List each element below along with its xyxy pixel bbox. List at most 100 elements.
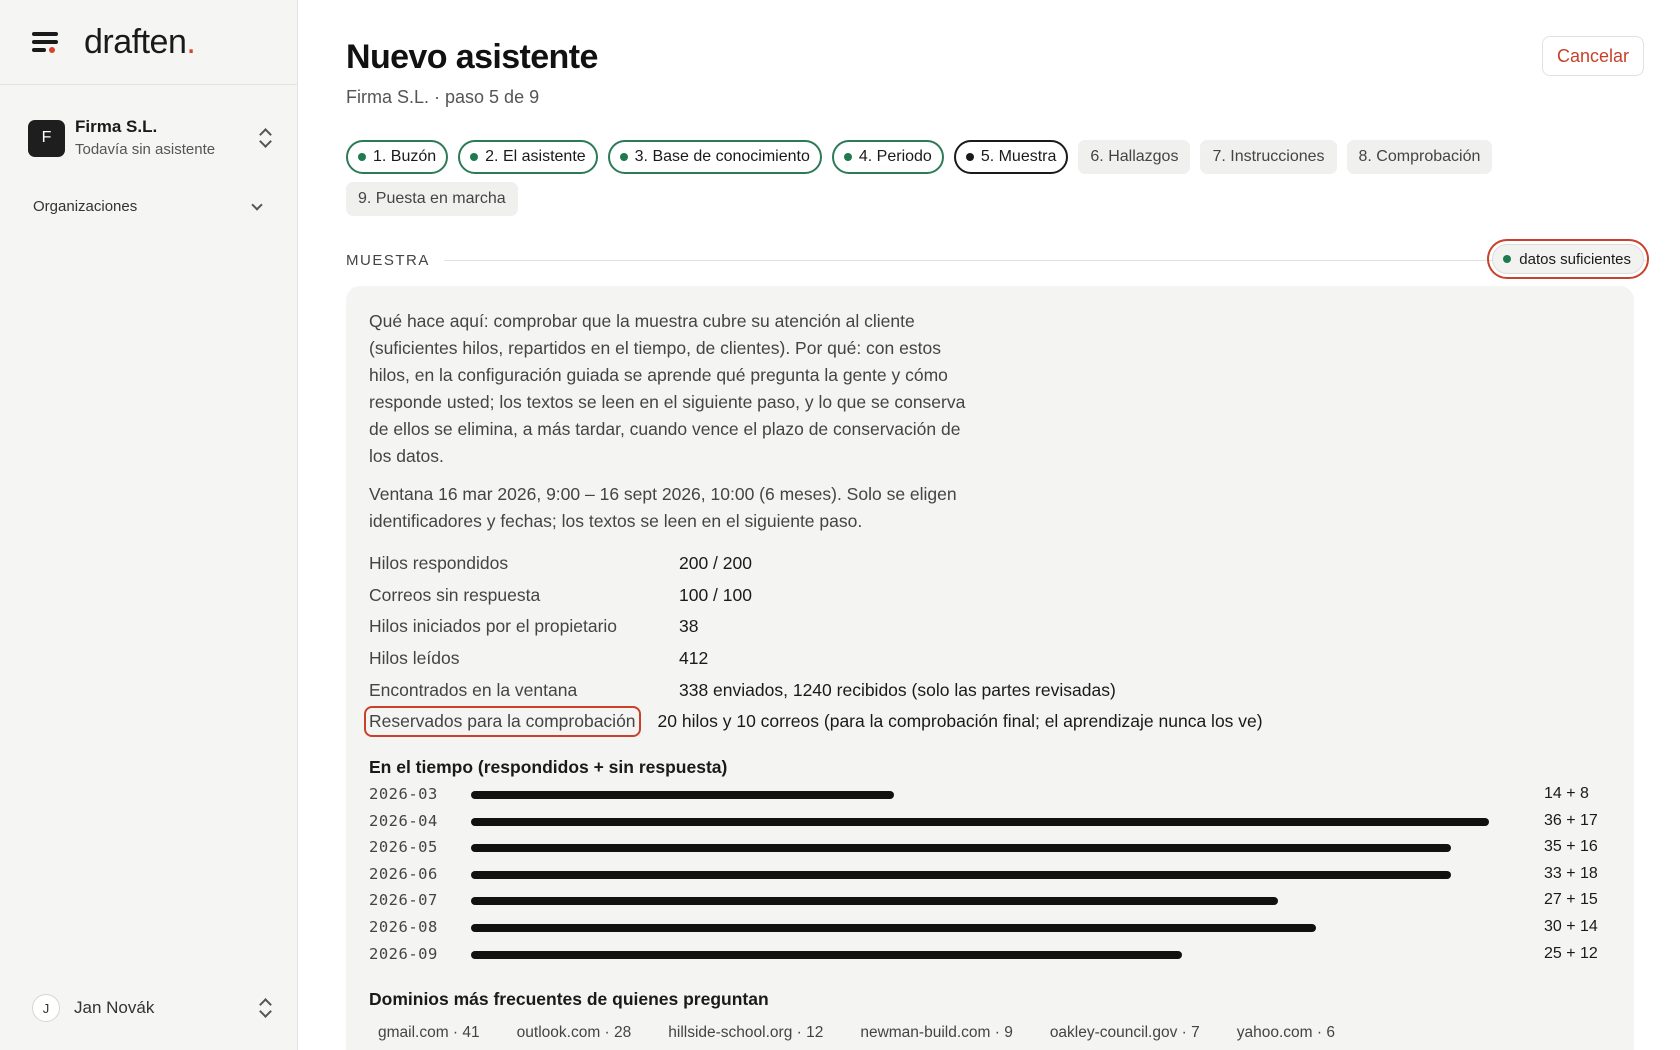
domain-item: newman-build.com · 9 bbox=[860, 1024, 1013, 1041]
step-label: 3. Base de conocimiento bbox=[634, 148, 810, 165]
step-label: 9. Puesta en marcha bbox=[358, 190, 506, 207]
divider bbox=[443, 259, 1646, 261]
timeline-row: 2026-05 35 + 16 bbox=[369, 834, 1609, 861]
stat-row: Hilos iniciados por el propietario 38 bbox=[369, 611, 1609, 643]
step-3[interactable]: 3. Base de conocimiento bbox=[607, 140, 822, 174]
step-status-dot-icon bbox=[358, 153, 366, 161]
step-8[interactable]: 8. Comprobación bbox=[1346, 140, 1493, 174]
timeline-bar bbox=[471, 923, 1317, 932]
timeline-month: 2026-07 bbox=[369, 891, 438, 910]
status-dot-icon bbox=[1503, 255, 1512, 263]
domains-list: gmail.com · 41 outlook.com · 28 hillside-s… bbox=[369, 1024, 1363, 1042]
timeline-count: 33 + 18 bbox=[1544, 864, 1598, 882]
org-avatar: F bbox=[28, 119, 65, 157]
timeline-month: 2026-05 bbox=[369, 838, 438, 857]
timeline-bar bbox=[471, 844, 1451, 853]
step-label: 4. Periodo bbox=[858, 148, 932, 165]
page-title: Nuevo asistente bbox=[346, 38, 598, 76]
stats-list: Hilos respondidos 200 / 200 Correos sin re… bbox=[364, 548, 1609, 738]
section-title: MUESTRA bbox=[346, 251, 430, 269]
status-badge: datos suficientes bbox=[1487, 239, 1649, 279]
step-label: 2. El asistente bbox=[485, 148, 586, 165]
step-status-dot-icon bbox=[619, 153, 628, 161]
timeline-title: En el tiempo (respondidos + sin respuest… bbox=[369, 757, 728, 777]
timeline-row: 2026-06 33 + 18 bbox=[369, 861, 1609, 888]
sidebar-section-organizations[interactable]: Organizaciones bbox=[33, 198, 265, 215]
timeline-count: 27 + 15 bbox=[1544, 891, 1598, 909]
chevron-down-icon bbox=[251, 198, 263, 211]
domains-title: Dominios más frecuentes de quienes pregu… bbox=[369, 989, 769, 1009]
timeline-row: 2026-03 14 + 8 bbox=[369, 781, 1609, 808]
stat-row: Hilos respondidos 200 / 200 bbox=[369, 548, 1609, 580]
step-label: 1. Buzón bbox=[373, 148, 437, 165]
stat-row: Encontrados en la ventana 338 enviados, 1… bbox=[369, 674, 1609, 706]
step-status-dot-icon bbox=[843, 153, 852, 161]
stat-label: Encontrados en la ventana bbox=[369, 679, 578, 700]
chevron-up-down-icon bbox=[258, 998, 272, 1018]
timeline-count: 35 + 16 bbox=[1544, 838, 1598, 856]
chevron-up-down-icon bbox=[258, 128, 272, 148]
step-label: 6. Hallazgos bbox=[1090, 148, 1179, 165]
intro-text: Qué hace aquí: comprobar que la muestra … bbox=[369, 311, 966, 466]
stat-label: Reservados para la comprobación bbox=[364, 706, 641, 738]
cancel-button[interactable]: Cancelar bbox=[1541, 36, 1644, 76]
timeline-count: 36 + 17 bbox=[1544, 811, 1598, 829]
timeline-bar bbox=[471, 897, 1278, 906]
stat-value: 200 / 200 bbox=[679, 553, 752, 574]
timeline-row: 2026-08 30 + 14 bbox=[369, 914, 1609, 941]
step-5[interactable]: 5. Muestra bbox=[953, 140, 1069, 174]
logo[interactable]: draften. bbox=[84, 23, 196, 62]
stat-row: Reservados para la comprobación 20 hilos … bbox=[364, 706, 1609, 738]
sidebar: draften. F Firma S.L. Todavía sin asiste… bbox=[0, 0, 298, 1050]
user-switcher[interactable]: J Jan Novák bbox=[32, 992, 272, 1024]
page-subtitle: Firma S.L. · paso 5 de 9 bbox=[346, 87, 540, 107]
org-subtitle: Todavía sin asistente bbox=[75, 140, 216, 158]
domain-item: yahoo.com · 6 bbox=[1236, 1024, 1335, 1041]
timeline-count: 25 + 12 bbox=[1544, 944, 1598, 962]
stat-value: 100 / 100 bbox=[679, 584, 752, 605]
step-label: 8. Comprobación bbox=[1358, 148, 1481, 165]
timeline-row: 2026-09 25 + 12 bbox=[369, 941, 1609, 968]
step-6[interactable]: 6. Hallazgos bbox=[1078, 140, 1191, 174]
stat-row: Correos sin respuesta 100 / 100 bbox=[369, 580, 1609, 612]
timeline-count: 30 + 14 bbox=[1544, 917, 1598, 935]
domain-item: hillside-school.org · 12 bbox=[668, 1024, 824, 1041]
stat-label: Correos sin respuesta bbox=[369, 584, 541, 605]
timeline-month: 2026-09 bbox=[369, 944, 438, 963]
status-badge-label: datos suficientes bbox=[1519, 250, 1631, 268]
timeline-bar bbox=[471, 791, 894, 799]
step-7[interactable]: 7. Instrucciones bbox=[1200, 140, 1337, 174]
timeline-bar bbox=[471, 950, 1182, 959]
sidebar-header: draften. bbox=[0, 0, 297, 85]
step-9[interactable]: 9. Puesta en marcha bbox=[346, 182, 518, 216]
sample-card: Qué hace aquí: comprobar que la muestra … bbox=[346, 286, 1634, 1050]
menu-icon[interactable] bbox=[32, 30, 60, 54]
timeline-bar bbox=[471, 870, 1451, 879]
stat-label: Hilos leídos bbox=[369, 648, 460, 669]
step-status-dot-icon bbox=[470, 153, 479, 161]
step-2[interactable]: 2. El asistente bbox=[458, 140, 598, 174]
domain-item: oakley-council.gov · 7 bbox=[1049, 1024, 1200, 1041]
step-4[interactable]: 4. Periodo bbox=[831, 140, 944, 174]
org-switcher[interactable]: F Firma S.L. Todavía sin asistente bbox=[28, 116, 272, 160]
section-header: MUESTRA bbox=[346, 248, 1646, 272]
stat-value: 38 bbox=[679, 616, 699, 637]
step-label: 7. Instrucciones bbox=[1212, 148, 1325, 165]
timeline-row: 2026-04 36 + 17 bbox=[369, 808, 1609, 835]
sidebar-section-label: Organizaciones bbox=[33, 198, 138, 215]
step-1[interactable]: 1. Buzón bbox=[346, 140, 449, 174]
stepper: 1. Buzón 2. El asistente 3. Base de conoci… bbox=[346, 140, 1546, 224]
timeline-chart: 2026-03 14 + 8 2026-04 36 + 17 2026-05 35 + 1… bbox=[369, 781, 1609, 967]
stat-row: Hilos leídos 412 bbox=[369, 643, 1609, 675]
stat-label: Hilos respondidos bbox=[369, 553, 509, 574]
timeline-month: 2026-06 bbox=[369, 864, 438, 883]
timeline-bar bbox=[471, 817, 1489, 826]
window-text: Ventana 16 mar 2026, 9:00 – 16 sept 2026… bbox=[369, 484, 957, 531]
timeline-count: 14 + 8 bbox=[1544, 785, 1589, 802]
domain-item: gmail.com · 41 bbox=[378, 1024, 480, 1041]
stat-value: 338 enviados, 1240 recibidos (solo las p… bbox=[679, 679, 1116, 700]
timeline-month: 2026-03 bbox=[369, 785, 438, 803]
avatar: J bbox=[32, 994, 60, 1022]
main-content: Nuevo asistente Firma S.L. · paso 5 de 9… bbox=[298, 0, 1680, 1050]
timeline-month: 2026-04 bbox=[369, 811, 438, 830]
